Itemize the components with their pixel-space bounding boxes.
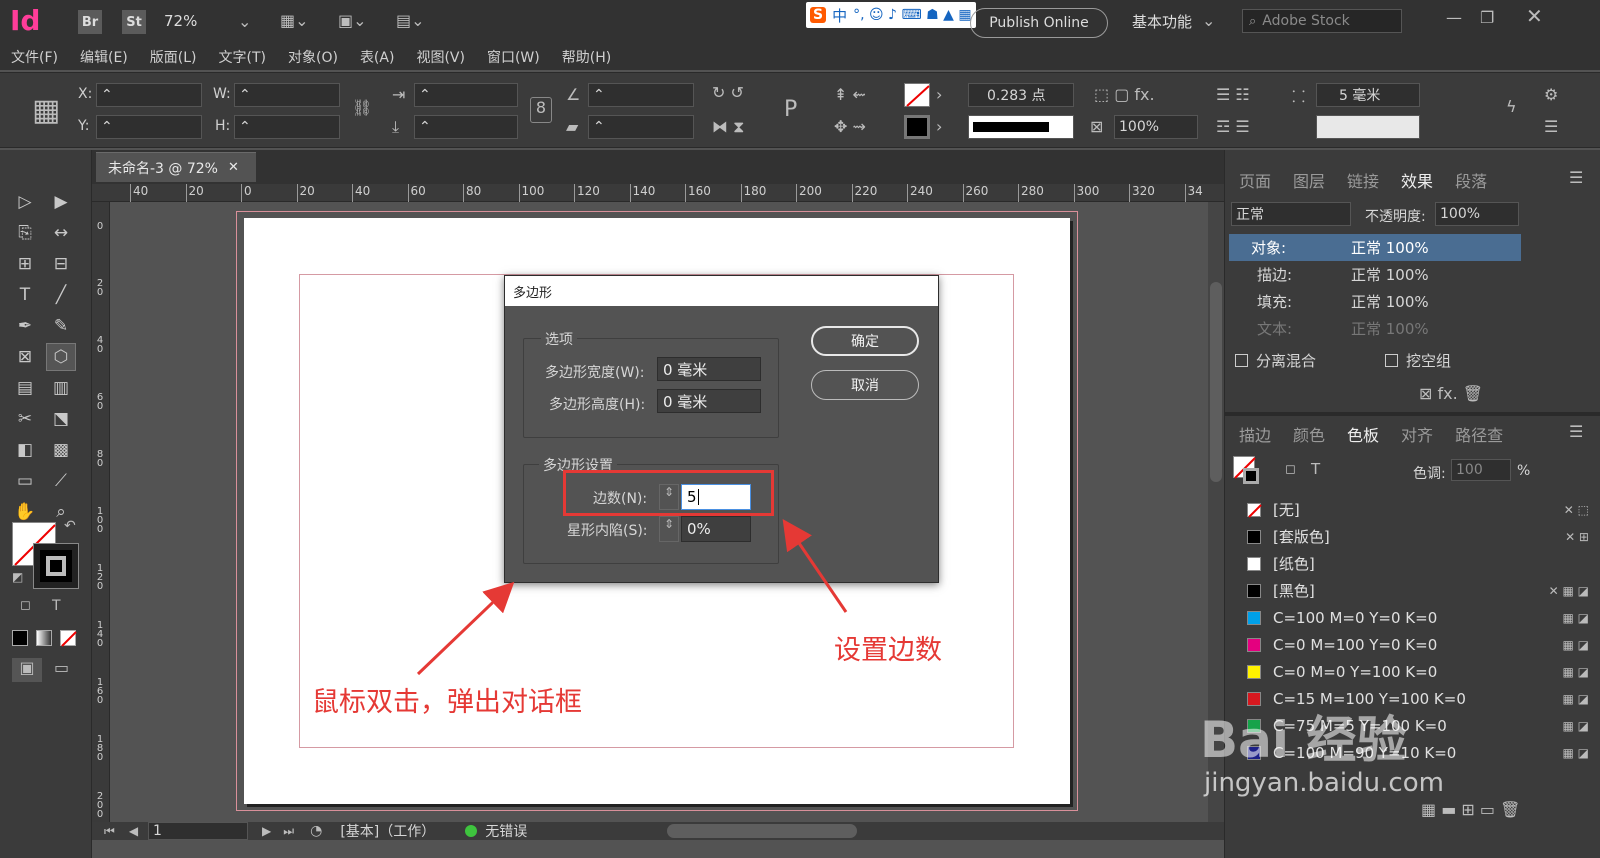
swatch-stroke-proxy[interactable] [1243, 468, 1259, 484]
swatch-row[interactable]: C=100 M=0 Y=0 K=0 ▦ ◪ [1225, 604, 1600, 631]
swatch-color-chip [1247, 637, 1261, 652]
swatch-footer-icons[interactable]: ▦ ▬ ⊞ ▭ 🗑 [1421, 800, 1520, 819]
swatch-color-chip [1247, 556, 1261, 571]
effects-target-row[interactable]: 填充: 正常 100% [1229, 288, 1521, 315]
effects-target-value: 正常 100% [1351, 293, 1429, 311]
effects-target-row[interactable]: 文本: 正常 100% [1229, 315, 1521, 342]
checkbox-box [1385, 354, 1398, 367]
tint-unit: % [1517, 463, 1531, 479]
swatch-color-chip [1247, 529, 1261, 544]
swatches-panel-tab[interactable]: 色板 [1347, 422, 1379, 446]
effects-panel-menu-icon[interactable]: ☰ [1569, 168, 1583, 187]
effects-target-value: 正常 100% [1351, 239, 1429, 257]
blend-mode-value: 正常 [1236, 207, 1264, 223]
swatch-name: [纸色] [1273, 555, 1315, 573]
annotation-set-sides: 设置边数 [834, 635, 942, 666]
swatch-color-chip [1247, 502, 1262, 518]
effects-target-name: 文本: [1257, 320, 1293, 338]
swatch-name: [无] [1273, 501, 1300, 519]
swatches-panel-menu-icon[interactable]: ☰ [1569, 422, 1583, 441]
swatch-row[interactable]: [套版色] ✕ ⊞ [1225, 523, 1600, 550]
effects-panel-tab[interactable]: 链接 [1347, 168, 1379, 192]
swatch-name: [黑色] [1273, 582, 1315, 600]
tint-field[interactable]: 100 [1451, 459, 1511, 481]
swatches-tab-row: 描边 颜色 色板 对齐 路径查 [1239, 422, 1525, 446]
annotation-double-click: 鼠标双击，弹出对话框 [312, 687, 582, 718]
process-color-icon: ▦ ◪ [1562, 691, 1590, 706]
clear-effects-icon[interactable]: ⊠ fx. 🗑 [1419, 384, 1483, 403]
swatch-color-chip [1247, 583, 1261, 598]
effects-panel-tab[interactable]: 效果 [1401, 168, 1433, 192]
swatch-row[interactable]: [无] ✕ ⬚ [1225, 496, 1600, 523]
effects-target-row[interactable]: 对象: 正常 100% [1229, 234, 1521, 261]
swatch-row[interactable]: C=0 M=0 Y=100 K=0 ▦ ◪ [1225, 658, 1600, 685]
checkbox-box [1235, 354, 1248, 367]
swatches-panel-tab[interactable]: 描边 [1239, 422, 1271, 446]
swatch-container-icon[interactable]: ◻ [1285, 462, 1296, 477]
process-color-icon: ▦ ◪ [1562, 610, 1590, 625]
swatch-row[interactable]: [黑色] ✕ ▦ ◪ [1225, 577, 1600, 604]
effects-target-list: 对象: 正常 100% 描边: 正常 100% 填充: 正常 100% 文本: 正常 100% [1229, 234, 1521, 342]
process-color-icon: ▦ ◪ [1562, 664, 1590, 679]
effects-target-name: 对象: [1251, 239, 1287, 257]
swatch-attribute-icon: ✕ ▦ ◪ [1548, 583, 1589, 598]
effects-target-name: 描边: [1257, 266, 1293, 284]
baidu-watermark-url: jingyan.baidu.com [1204, 768, 1444, 798]
effects-tab-row: 页面 图层 链接 效果 段落 [1239, 168, 1509, 192]
panel-divider [1225, 412, 1600, 416]
effects-panel-tab[interactable]: 页面 [1239, 168, 1271, 192]
opacity-label: 不透明度: [1365, 209, 1426, 225]
arrow-to-sides [782, 519, 848, 613]
baidu-watermark: Bai 经验 [1200, 711, 1407, 769]
swatch-color-chip [1247, 664, 1261, 679]
effects-target-name: 填充: [1257, 293, 1293, 311]
swatches-panel-tab[interactable]: 颜色 [1293, 422, 1325, 446]
swatches-panel-tab[interactable]: 对齐 [1401, 422, 1433, 446]
tint-value: 100 [1456, 462, 1483, 478]
effects-panel-tab[interactable]: 图层 [1293, 168, 1325, 192]
swatches-panel-tab[interactable]: 路径查 [1455, 422, 1503, 446]
tint-label: 色调: [1413, 466, 1446, 482]
blend-mode-select[interactable]: 正常 [1231, 202, 1351, 226]
swatch-attribute-icon: ✕ ⬚ [1563, 502, 1589, 517]
effects-opacity-field[interactable]: 100% [1435, 202, 1519, 226]
swatch-name: [套版色] [1273, 528, 1330, 546]
swatch-text-icon[interactable]: T [1311, 460, 1320, 478]
swatch-color-chip [1247, 610, 1261, 625]
process-color-icon: ▦ ◪ [1562, 718, 1590, 733]
process-color-icon: ▦ ◪ [1562, 637, 1590, 652]
effects-target-value: 正常 100% [1351, 320, 1429, 338]
swatch-name: C=0 M=0 Y=100 K=0 [1273, 662, 1438, 681]
swatch-row[interactable]: [纸色] [1225, 550, 1600, 577]
swatch-row[interactable]: C=0 M=100 Y=0 K=0 ▦ ◪ [1225, 631, 1600, 658]
knockout-label: 挖空组 [1406, 352, 1452, 370]
effects-opacity-value: 100% [1440, 206, 1481, 222]
effects-panel-tab[interactable]: 段落 [1455, 168, 1487, 192]
effects-target-row[interactable]: 描边: 正常 100% [1229, 261, 1521, 288]
isolate-blending-checkbox[interactable]: 分离混合 [1235, 350, 1316, 371]
arrow-to-dialog [416, 581, 515, 676]
swatch-name: C=0 M=100 Y=0 K=0 [1273, 635, 1438, 654]
process-color-icon: ▦ ◪ [1562, 745, 1590, 760]
swatch-attribute-icon: ✕ ⊞ [1565, 529, 1589, 544]
effects-target-value: 正常 100% [1351, 266, 1429, 284]
swatch-name: C=100 M=0 Y=0 K=0 [1273, 608, 1438, 627]
isolate-label: 分离混合 [1256, 352, 1317, 370]
knockout-group-checkbox[interactable]: 挖空组 [1385, 350, 1451, 371]
